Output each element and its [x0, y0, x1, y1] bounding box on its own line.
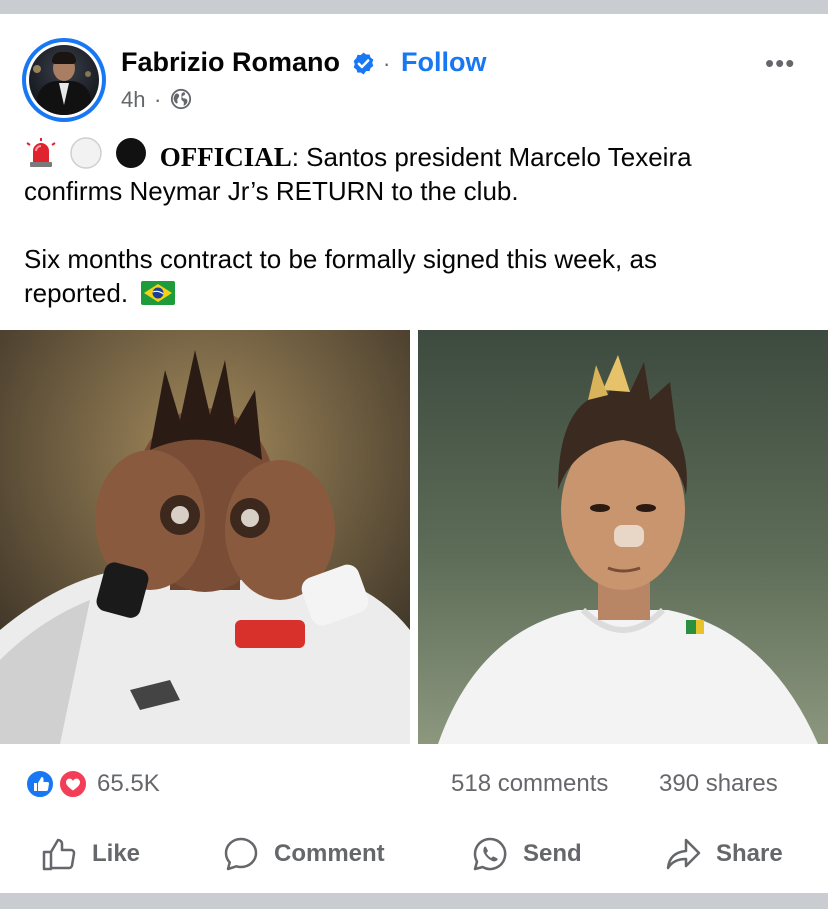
feed-divider-top — [0, 0, 828, 14]
more-options-icon[interactable]: ••• — [765, 48, 795, 79]
whatsapp-icon — [473, 837, 507, 871]
post-text-line1: : Santos president Marcelo Texeira — [291, 142, 692, 172]
post-photo-left[interactable] — [0, 330, 410, 744]
share-button[interactable]: Share — [664, 832, 783, 876]
post-text-line2: confirms Neymar Jr’s RETURN to the club. — [24, 176, 519, 206]
separator-dot: · — [383, 51, 391, 76]
white-circle-emoji — [70, 137, 102, 169]
share-arrow-icon — [666, 838, 701, 870]
share-label: Share — [716, 840, 783, 867]
post-text: OFFICIAL: Santos president Marcelo Texei… — [24, 136, 804, 310]
like-label: Like — [92, 840, 141, 867]
comment-label: Comment — [274, 840, 385, 867]
reaction-count[interactable]: 65.5K — [97, 770, 160, 798]
verified-badge-icon — [353, 52, 374, 75]
like-reaction-icon — [25, 769, 55, 799]
siren-emoji — [26, 138, 56, 167]
brazil-flag-emoji — [141, 281, 176, 305]
post-text-line3: Six months contract to be formally signe… — [24, 244, 657, 274]
official-label: OFFICIAL — [159, 142, 292, 172]
like-button[interactable]: Like — [40, 832, 140, 876]
globe-icon — [170, 88, 192, 110]
share-count[interactable]: 390 shares — [659, 770, 778, 798]
comment-bubble-icon — [224, 837, 258, 871]
feed-divider-bottom — [0, 893, 828, 909]
post-text-line4: reported. — [24, 278, 129, 308]
follow-button[interactable]: Follow — [401, 47, 486, 78]
post-time[interactable]: 4h — [121, 87, 145, 113]
comment-button[interactable]: Comment — [222, 832, 385, 876]
love-reaction-icon — [58, 769, 88, 799]
avatar[interactable] — [22, 38, 106, 122]
author-name[interactable]: Fabrizio Romano — [121, 47, 340, 78]
send-label: Send — [523, 840, 582, 867]
black-circle-emoji — [116, 138, 147, 168]
post-photo-right[interactable] — [418, 330, 828, 744]
profile-photo — [29, 45, 99, 115]
comment-count[interactable]: 518 comments — [451, 770, 608, 798]
send-button[interactable]: Send — [471, 832, 582, 876]
thumbs-up-icon — [42, 838, 76, 871]
reaction-icons[interactable] — [24, 769, 90, 799]
separator-dot: · — [154, 87, 162, 112]
